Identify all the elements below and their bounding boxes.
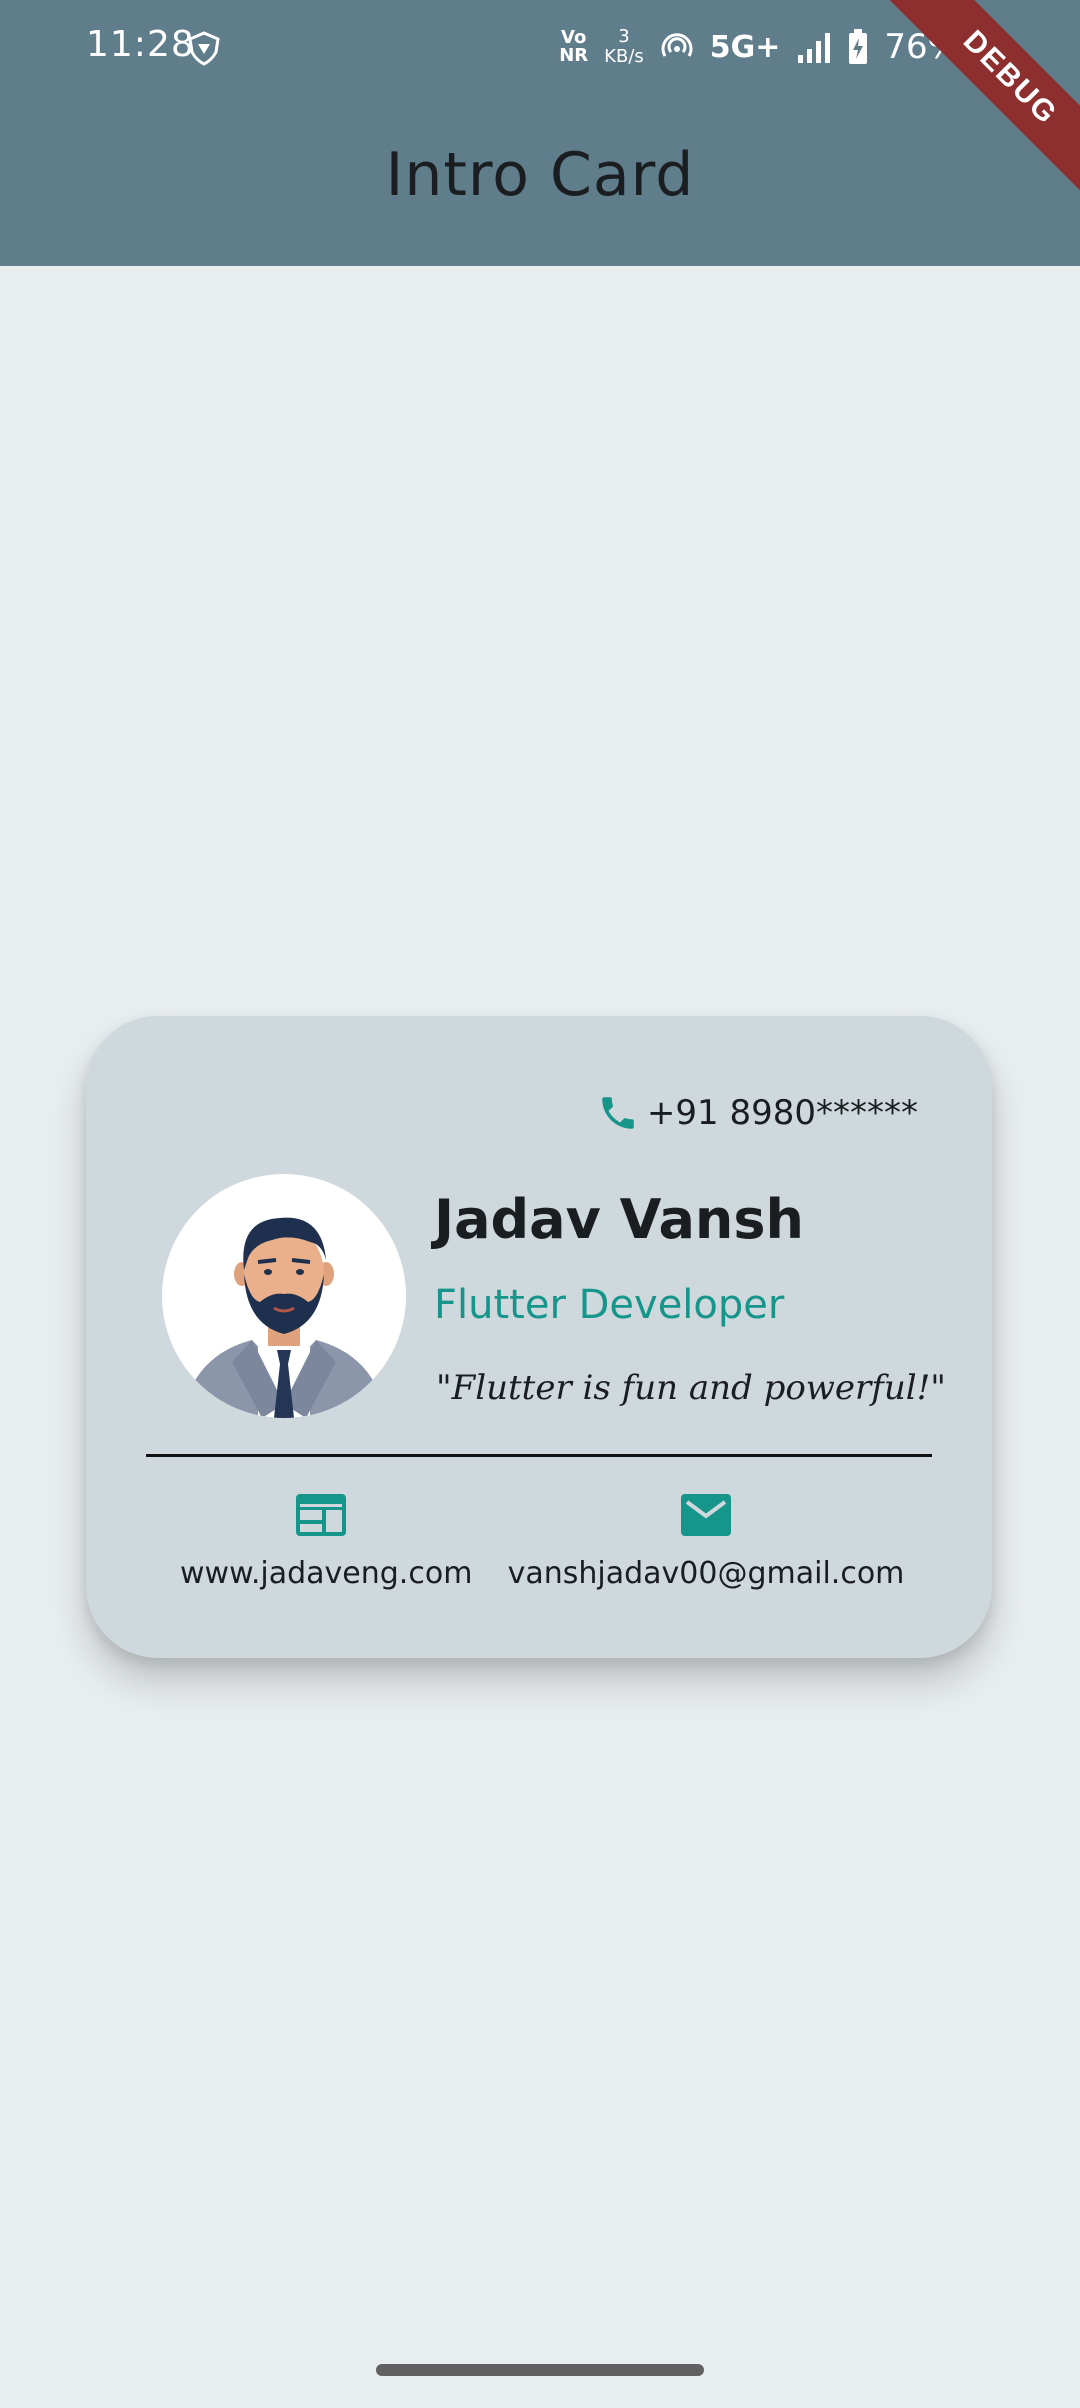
divider	[146, 1454, 932, 1457]
status-time: 11:28	[86, 24, 195, 65]
mail-icon	[681, 1494, 731, 1536]
phone-row[interactable]: +91 8980******	[597, 1092, 918, 1134]
signal-icon	[798, 33, 831, 63]
person-quote: "Flutter is fun and powerful!"	[436, 1368, 946, 1408]
debug-banner-label: DEBUG	[880, 0, 1080, 200]
debug-banner: DEBUG	[880, 0, 1080, 200]
person-name: Jadav Vansh	[434, 1188, 804, 1251]
home-indicator[interactable]	[376, 2364, 704, 2376]
network-speed: 3 KB/s	[604, 26, 644, 67]
vonr-indicator: Vo NR	[559, 27, 589, 66]
web-icon	[296, 1494, 346, 1536]
battery-charging-icon	[849, 29, 868, 64]
intro-card: +91 8980****** Jadav Vansh Flutter Devel…	[86, 1016, 992, 1658]
email-text: vanshjadav00@gmail.com	[507, 1556, 905, 1591]
avatar-illustration	[182, 1217, 386, 1418]
person-role: Flutter Developer	[434, 1282, 785, 1328]
phone-icon	[602, 1097, 634, 1129]
phone-number: +91 8980******	[646, 1093, 918, 1133]
vpn-shield-icon	[188, 31, 220, 66]
hotspot-icon	[661, 33, 693, 57]
network-type: 5G+	[709, 29, 781, 65]
website-link[interactable]: www.jadaveng.com	[180, 1492, 473, 1591]
avatar	[162, 1174, 406, 1418]
email-link[interactable]: vanshjadav00@gmail.com	[506, 1492, 906, 1591]
website-text: www.jadaveng.com	[180, 1556, 473, 1591]
